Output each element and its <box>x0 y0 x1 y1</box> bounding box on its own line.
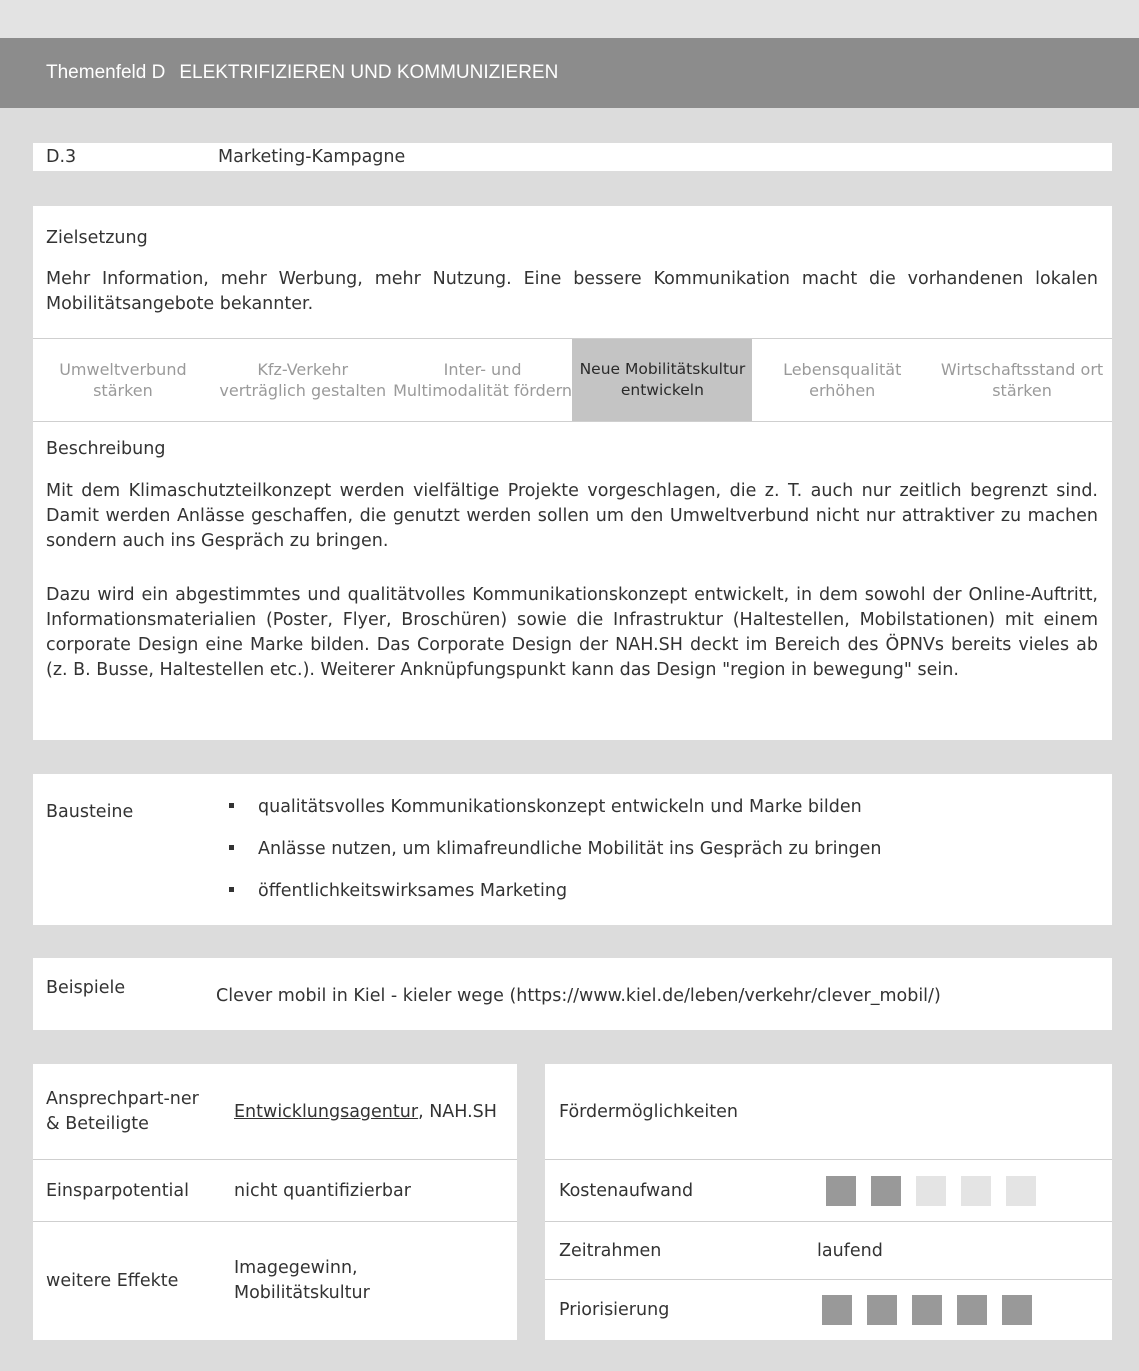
rating-square <box>912 1295 942 1325</box>
bullet-icon <box>229 845 234 850</box>
list-item: Anlässe nutzen, um klimafreundliche Mobi… <box>229 837 882 879</box>
measure-code: D.3 <box>46 146 77 167</box>
goal-mobilitaetskultur: Neue Mobilitätskultur entwickeln <box>572 339 753 421</box>
field-title: ELEKTRIFIZIEREN UND KOMMUNIZIEREN <box>179 62 559 83</box>
zielsetzung-text: Mehr Information, mehr Werbung, mehr Nut… <box>46 269 1098 314</box>
rating-square <box>867 1295 897 1325</box>
rating-square <box>916 1176 946 1206</box>
prio-label: Priorisierung <box>559 1299 670 1320</box>
table-row: Zeitrahmen laufend <box>545 1222 1112 1280</box>
rating-square <box>1002 1295 1032 1325</box>
zielsetzung-label: Zielsetzung <box>46 228 148 248</box>
table-row: Fördermöglichkeiten <box>545 1064 1112 1160</box>
rating-square <box>961 1176 991 1206</box>
einsparpotential-label: Einsparpotential <box>46 1180 189 1201</box>
bausteine-list: qualitätsvolles Kommunikationskonzept en… <box>229 795 882 921</box>
main-box: Zielsetzung Mehr Information, mehr Werbu… <box>33 206 1112 740</box>
goals-row: Umweltverbund stärken Kfz-Verkehr verträ… <box>33 338 1112 422</box>
goal-umweltverbund: Umweltverbund stärken <box>59 360 187 400</box>
effekte-value: Imagegewinn, Mobilitätskultur <box>234 1258 370 1303</box>
bausteine-box: Bausteine qualitätsvolles Kommunikations… <box>33 774 1112 925</box>
table-row: Kostenaufwand <box>545 1160 1112 1222</box>
table-row: Einsparpotential nicht quantifizierbar <box>33 1160 517 1222</box>
goal-multimodalitaet: Inter- und Multimodalität fördern <box>393 360 573 400</box>
table-row: Ansprechpart-ner & Beteiligte Entwicklun… <box>33 1064 517 1160</box>
goal-kfz-verkehr: Kfz-Verkehr verträglich gestalten <box>219 360 387 400</box>
details-left-table: Ansprechpart-ner & Beteiligte Entwicklun… <box>33 1064 517 1340</box>
rating-square <box>871 1176 901 1206</box>
bausteine-label: Bausteine <box>46 802 134 822</box>
rating-square <box>1006 1176 1036 1206</box>
beschreibung-label: Beschreibung <box>46 439 166 459</box>
list-item: qualitätsvolles Kommunikationskonzept en… <box>229 795 882 837</box>
section-header: Themenfeld D ELEKTRIFIZIEREN UND KOMMUNI… <box>0 38 1139 108</box>
foerder-label: Fördermöglichkeiten <box>559 1101 738 1122</box>
beschreibung-paragraph: Mit dem Klimaschutzteilkonzept werden vi… <box>46 481 1098 551</box>
field-code: Themenfeld D <box>46 62 166 83</box>
top-strip <box>0 0 1139 38</box>
rating-square <box>957 1295 987 1325</box>
kosten-squares <box>826 1176 1036 1206</box>
table-row: Priorisierung <box>545 1280 1112 1340</box>
table-row: weitere Effekte Imagegewinn, Mobilitätsk… <box>33 1222 517 1340</box>
ansprechpartner-label: Ansprechpart-ner & Beteiligte <box>46 1089 199 1134</box>
prio-squares <box>822 1295 1032 1325</box>
measure-title: Marketing-Kampagne <box>218 146 406 167</box>
bullet-icon <box>229 887 234 892</box>
measure-id-row: D.3 Marketing-Kampagne <box>33 143 1112 171</box>
zeitrahmen-label: Zeitrahmen <box>559 1240 662 1261</box>
ansprechpartner-value: Entwicklungsagentur, NAH.SH <box>234 1101 497 1122</box>
zeitrahmen-value: laufend <box>817 1240 883 1261</box>
rating-square <box>826 1176 856 1206</box>
effekte-label: weitere Effekte <box>46 1270 179 1291</box>
goal-lebensqualitaet: Lebensqualität erhöhen <box>783 360 902 400</box>
details-right-table: Fördermöglichkeiten Kostenaufwand Zeitra… <box>545 1064 1112 1340</box>
bullet-icon <box>229 803 234 808</box>
entwicklungsagentur-link[interactable]: Entwicklungsagentur <box>234 1102 418 1122</box>
list-item: öffentlichkeitswirksames Marketing <box>229 879 882 921</box>
einsparpotential-value: nicht quantifizierbar <box>234 1180 411 1201</box>
goal-wirtschaftsstandort: Wirtschaftsstand ort stärken <box>940 360 1104 400</box>
beispiele-text: Clever mobil in Kiel - kieler wege (http… <box>216 986 941 1006</box>
beispiele-box: Beispiele Clever mobil in Kiel - kieler … <box>33 958 1112 1030</box>
beschreibung-paragraph: Dazu wird ein abgestimmtes und qualitätv… <box>46 585 1098 680</box>
kosten-label: Kostenaufwand <box>559 1180 694 1201</box>
kosten-rating <box>826 1160 1036 1222</box>
beispiele-label: Beispiele <box>46 978 126 998</box>
rating-square <box>822 1295 852 1325</box>
prio-rating <box>822 1280 1032 1340</box>
